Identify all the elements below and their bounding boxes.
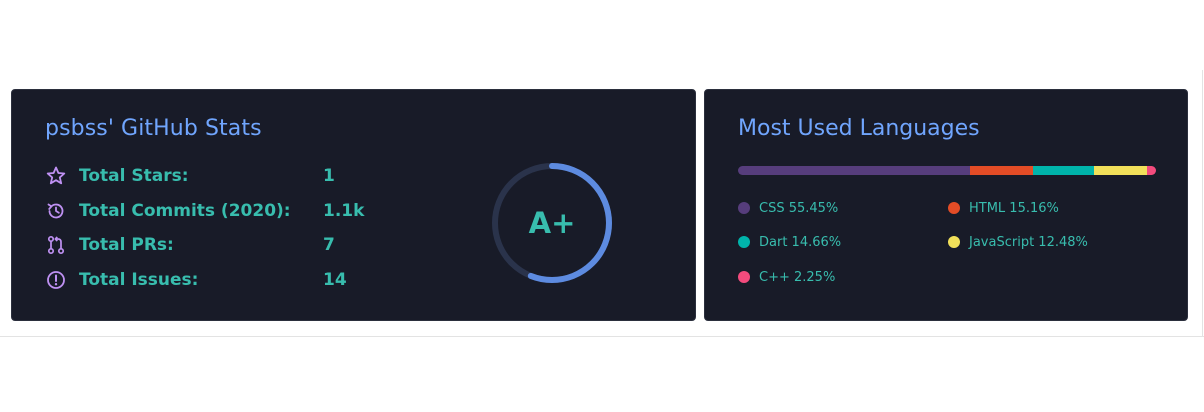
issue-icon [45,269,67,291]
stat-row-stars: Total Stars: 1 [45,164,335,188]
page: psbss' GitHub Stats Total Stars: 1 Total… [0,0,1204,412]
stat-value: 1.1k [323,201,365,221]
stat-row-issues: Total Issues: 14 [45,268,347,292]
edge-line [1202,70,1203,337]
pull-request-icon [45,234,67,256]
github-stats-card: psbss' GitHub Stats Total Stars: 1 Total… [11,89,696,321]
javascript-color-dot [948,236,960,248]
stat-row-prs: Total PRs: 7 [45,233,335,257]
legend-label: C++ 2.25% [759,269,836,285]
legend-item-cpp: C++ 2.25% [738,268,835,286]
dart-color-dot [738,236,750,248]
legend-label: HTML 15.16% [969,200,1059,216]
language-bar-segment [738,166,970,175]
languages-progress-bar [738,166,1156,175]
history-icon [45,200,67,222]
legend-label: CSS 55.45% [759,200,839,216]
language-bar-segment [1033,166,1095,175]
legend-item-javascript: JavaScript 12.48% [948,233,1088,251]
stat-value: 14 [323,270,347,290]
stat-value: 7 [323,235,335,255]
legend-label: JavaScript 12.48% [969,234,1088,250]
stat-label: Total PRs: [79,235,174,255]
legend-item-css: CSS 55.45% [738,199,838,217]
stat-label: Total Commits (2020): [79,201,291,221]
legend-label: Dart 14.66% [759,234,842,250]
stats-card-title: psbss' GitHub Stats [45,116,262,141]
languages-card: Most Used Languages CSS 55.45% HTML 15.1… [704,89,1188,321]
divider-line [0,336,1204,337]
stat-label: Total Issues: [79,270,199,290]
rank-grade: A+ [528,206,576,240]
stat-value: 1 [323,166,335,186]
language-bar-segment [1094,166,1147,175]
legend-item-dart: Dart 14.66% [738,233,841,251]
stat-row-commits: Total Commits (2020): 1.1k [45,199,364,223]
legend-item-html: HTML 15.16% [948,199,1059,217]
stat-label: Total Stars: [79,166,189,186]
html-color-dot [948,202,960,214]
css-color-dot [738,202,750,214]
language-bar-segment [1146,166,1156,175]
language-bar-segment [969,166,1034,175]
cpp-color-dot [738,271,750,283]
star-icon [45,165,67,187]
languages-card-title: Most Used Languages [738,116,980,141]
